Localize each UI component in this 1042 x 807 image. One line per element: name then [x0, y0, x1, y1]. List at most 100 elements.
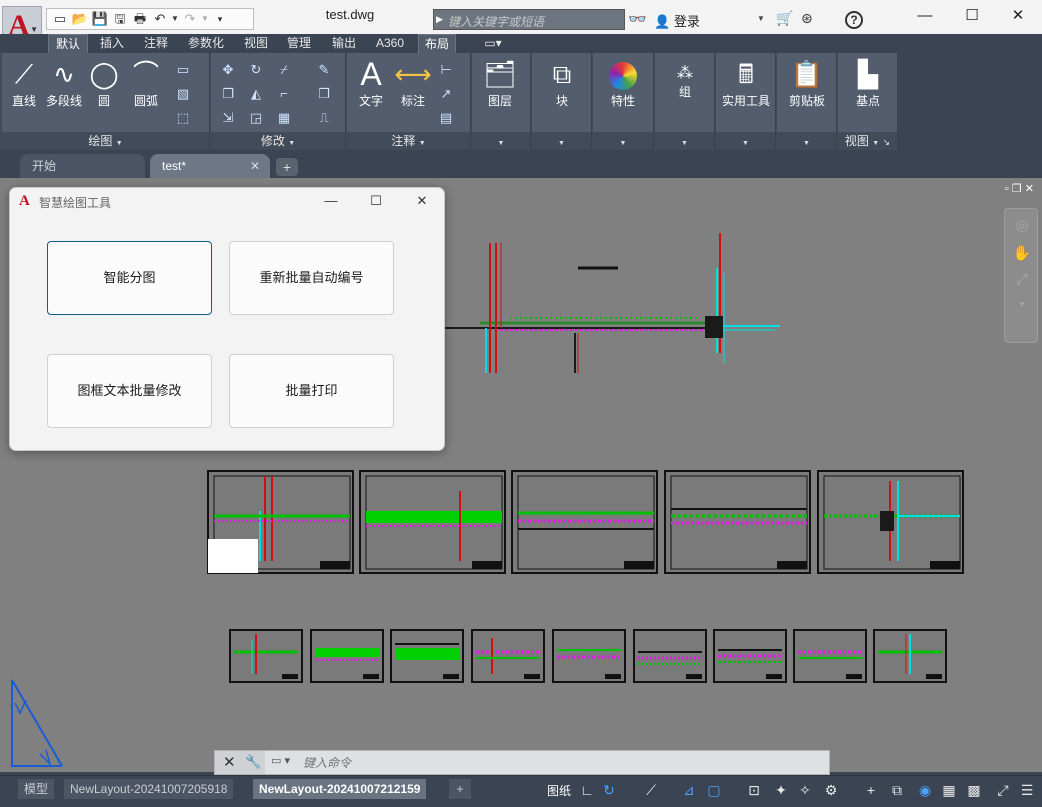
move-icon[interactable]: ✥: [219, 61, 237, 79]
table-icon[interactable]: ▤: [437, 109, 455, 127]
undo-dropdown-icon[interactable]: ▼: [171, 11, 179, 27]
tab-a360[interactable]: A360: [370, 34, 410, 53]
properties-button[interactable]: 特性: [603, 57, 643, 109]
customization-menu-icon[interactable]: ☰: [1018, 782, 1036, 799]
command-prompt-icon[interactable]: ▭ ▾: [271, 754, 290, 767]
offset-icon[interactable]: ⎍: [315, 109, 333, 127]
line-button[interactable]: ⟋ 直线: [4, 57, 44, 109]
base-point-button[interactable]: ▙ 基点: [848, 57, 888, 109]
mirror-icon[interactable]: ◭: [247, 85, 265, 103]
block-panel-expander[interactable]: ▼: [532, 132, 591, 150]
new-file-icon[interactable]: ▭: [51, 11, 69, 27]
arc-button[interactable]: ⌒ 圆弧: [126, 57, 166, 109]
search-input[interactable]: 键入关键字或短语: [448, 13, 544, 30]
minimize-icon[interactable]: —: [316, 190, 346, 212]
tab-test-dwg[interactable]: test* ✕: [150, 154, 270, 178]
groups-panel-expander[interactable]: ▼: [655, 132, 714, 150]
tab-manage[interactable]: 管理: [281, 34, 317, 53]
trim-icon[interactable]: ⌿: [275, 61, 293, 79]
group-button[interactable]: ⁂ 组: [665, 57, 705, 100]
circle-button[interactable]: ◯ 圆: [84, 57, 124, 109]
clipboard-panel-expander[interactable]: ▼: [777, 132, 836, 150]
command-input[interactable]: [303, 754, 803, 772]
view-panel-title[interactable]: 视图 ▼ ↘: [838, 132, 897, 150]
block-button[interactable]: ⧉ 块: [542, 57, 582, 109]
plus-icon[interactable]: +: [862, 782, 880, 798]
hatch-icon[interactable]: ▧: [174, 85, 192, 103]
undo-icon[interactable]: ↶: [151, 11, 169, 27]
customize-toolbar-icon[interactable]: ▾: [211, 11, 229, 27]
frame-text-batch-edit-button[interactable]: 图框文本批量修改: [47, 354, 212, 428]
login-dropdown-icon[interactable]: ▼: [757, 14, 765, 23]
tab-view[interactable]: 视图: [238, 34, 274, 53]
dimension-button[interactable]: ⟷ 标注: [393, 57, 433, 109]
tab-layout-1[interactable]: NewLayout-20241007205918: [64, 779, 234, 799]
text-button[interactable]: A 文字: [351, 57, 391, 109]
batch-renumber-button[interactable]: 重新批量自动编号: [229, 241, 394, 315]
ribbon-toggle-icon[interactable]: ▭▾: [478, 34, 508, 53]
wrench-icon[interactable]: 🔧: [245, 754, 261, 770]
stretch-icon[interactable]: ⇲: [219, 109, 237, 127]
close-icon[interactable]: ✕: [1006, 6, 1030, 26]
selection-cycling-icon[interactable]: ▢: [705, 782, 723, 799]
new-tab-button[interactable]: +: [276, 158, 298, 176]
isolate-objects-icon[interactable]: ◉: [916, 782, 934, 799]
open-folder-icon[interactable]: 📂: [71, 11, 89, 27]
properties-panel-expander[interactable]: ▼: [593, 132, 653, 150]
close-icon[interactable]: ✕: [223, 753, 236, 771]
dynamic-ucs-icon[interactable]: ⊿: [680, 782, 698, 799]
tab-output[interactable]: 输出: [326, 34, 362, 53]
clipboard-button[interactable]: 📋 剪贴板: [779, 57, 835, 109]
save-icon[interactable]: 💾: [91, 11, 109, 27]
modify-panel-title[interactable]: 修改 ▼: [211, 132, 345, 150]
help-icon[interactable]: ?: [845, 11, 863, 29]
search-box[interactable]: ▶ 键入关键字或短语: [433, 9, 625, 30]
zoom-extents-icon[interactable]: ⤢: [1011, 269, 1033, 291]
draw-panel-title[interactable]: 绘图 ▼: [2, 132, 209, 150]
login-button[interactable]: 👤 登录: [654, 11, 700, 30]
save-as-icon[interactable]: 🖫: [111, 11, 129, 27]
fillet-icon[interactable]: ⌐: [275, 85, 293, 103]
fullscreen-icon[interactable]: ⤢: [994, 782, 1012, 799]
tab-layout[interactable]: 布局: [418, 34, 456, 53]
polyline-button[interactable]: ∿ 多段线: [44, 57, 84, 109]
cart-icon[interactable]: 🛒: [776, 10, 793, 27]
a360-icon[interactable]: ⊛: [801, 10, 813, 27]
binoculars-icon[interactable]: 👓: [628, 10, 647, 28]
polar-tracking-icon[interactable]: ↻: [600, 782, 618, 799]
ortho-icon[interactable]: ∟: [578, 782, 596, 798]
tab-model[interactable]: 模型: [18, 779, 55, 799]
close-tab-icon[interactable]: ✕: [250, 154, 260, 178]
layers-button[interactable]: 🗂 图层: [480, 57, 520, 109]
viewport-window-controls[interactable]: ▫ ❐ ✕: [1005, 182, 1034, 195]
tab-start[interactable]: 开始: [20, 154, 145, 178]
add-layout-button[interactable]: +: [449, 779, 471, 799]
tab-default[interactable]: 默认: [48, 34, 88, 53]
maximize-icon[interactable]: ☐: [361, 190, 391, 212]
array-icon[interactable]: ▦: [275, 109, 293, 127]
utilities-panel-expander[interactable]: ▼: [716, 132, 775, 150]
linear-dim-icon[interactable]: ⊢: [437, 61, 455, 79]
annotation-panel-title[interactable]: 注释 ▼: [347, 132, 470, 150]
steering-wheel-icon[interactable]: ◎: [1011, 215, 1033, 237]
object-snap-tracking-icon[interactable]: ⟋: [642, 782, 660, 799]
gear-icon[interactable]: ⚙: [822, 782, 840, 799]
graphics-performance-icon[interactable]: ▩: [965, 782, 983, 799]
dialog-launcher-icon[interactable]: ↘: [883, 137, 891, 147]
layers-panel-expander[interactable]: ▼: [472, 132, 530, 150]
tab-insert[interactable]: 插入: [94, 34, 130, 53]
tab-layout-2[interactable]: NewLayout-20241007212159: [253, 779, 427, 799]
utilities-button[interactable]: 🖩 实用工具: [718, 57, 774, 109]
batch-print-button[interactable]: 批量打印: [229, 354, 394, 428]
hardware-acceleration-icon[interactable]: ▦: [940, 782, 958, 799]
annotation-scale-icon[interactable]: ✦: [772, 782, 790, 799]
erase-icon[interactable]: ✎: [315, 61, 333, 79]
paper-space-toggle[interactable]: 图纸: [547, 782, 571, 799]
leader-icon[interactable]: ↗: [437, 85, 455, 103]
close-icon[interactable]: ✕: [407, 190, 437, 212]
minimize-icon[interactable]: —: [913, 6, 937, 26]
tab-parametric[interactable]: 参数化: [182, 34, 230, 53]
print-icon[interactable]: 🖶: [131, 11, 149, 27]
pan-hand-icon[interactable]: ✋: [1011, 243, 1033, 265]
chevron-down-icon[interactable]: ▾: [1011, 293, 1033, 315]
